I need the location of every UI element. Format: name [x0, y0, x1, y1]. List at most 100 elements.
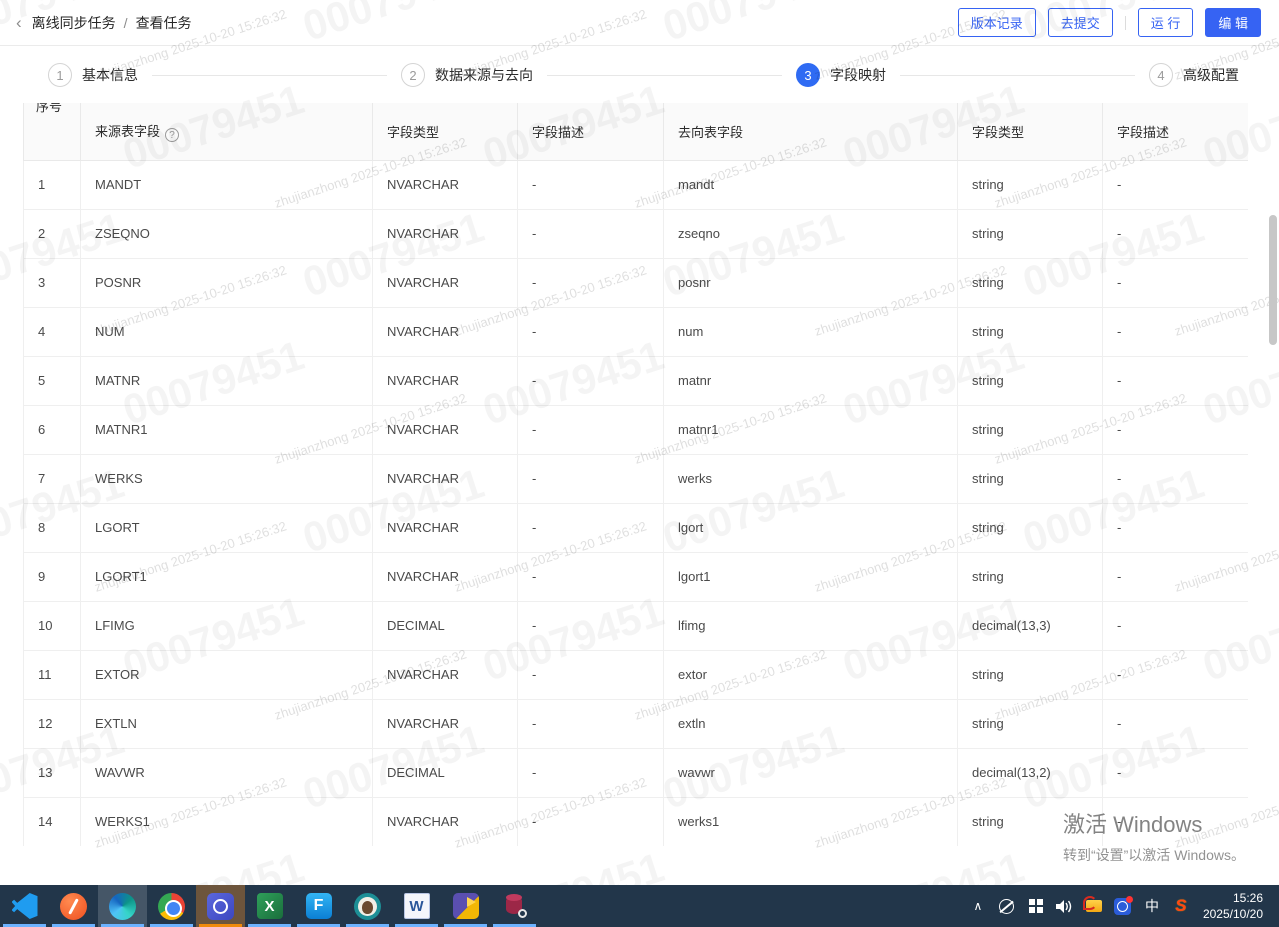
orange-round-app-icon[interactable]: [49, 885, 98, 927]
taskbar: X F W ∧ 中 S 15:26 2025/10/20: [0, 885, 1279, 927]
table-cell: string: [957, 306, 1103, 357]
breadcrumb: ‹ 离线同步任务 / 查看任务: [16, 13, 192, 33]
table-cell: 8: [23, 502, 81, 553]
step-3-label: 字段映射: [830, 67, 886, 83]
sogou-icon[interactable]: S: [1170, 892, 1192, 920]
sync-client-icon[interactable]: [196, 885, 245, 927]
table-row: 6 MATNR1 NVARCHAR - matnr1 string -: [23, 404, 1248, 455]
header-source-type: 字段类型: [372, 103, 518, 161]
table-cell: -: [517, 698, 664, 749]
table-cell: werks: [663, 453, 958, 504]
table-row: 9 LGORT1 NVARCHAR - lgort1 string -: [23, 551, 1248, 602]
table-cell: -: [1102, 306, 1248, 357]
table-cell: NVARCHAR: [372, 698, 518, 749]
table-cell: -: [517, 796, 664, 846]
edit-button[interactable]: 编 辑: [1205, 8, 1261, 37]
table-row: 13 WAVWR DECIMAL - wavwr decimal(13,2) -: [23, 747, 1248, 798]
table-cell: -: [1102, 698, 1248, 749]
table-cell: 4: [23, 306, 81, 357]
ime-indicator[interactable]: 中: [1141, 892, 1163, 920]
submit-button[interactable]: 去提交: [1047, 8, 1113, 37]
table-row: 4 NUM NVARCHAR - num string -: [23, 306, 1248, 357]
table-cell: mandt: [663, 159, 958, 210]
edge-icon[interactable]: [98, 885, 147, 927]
step-field-mapping[interactable]: 3 字段映射: [796, 63, 886, 87]
table-cell: LFIMG: [80, 600, 373, 651]
table-cell: decimal(13,2): [957, 747, 1103, 798]
table-cell: -: [517, 159, 664, 210]
table-cell: -: [517, 355, 664, 406]
breadcrumb-current: 查看任务: [135, 14, 192, 31]
run-button[interactable]: 运 行: [1137, 8, 1194, 37]
table-cell: string: [957, 208, 1103, 259]
table-cell: string: [957, 404, 1103, 455]
table-cell: 14: [23, 796, 81, 846]
table-cell: MATNR: [80, 355, 373, 406]
vscode-icon[interactable]: [0, 885, 49, 927]
chevron-up-icon[interactable]: ∧: [967, 892, 989, 920]
network-globe-icon[interactable]: [996, 892, 1018, 920]
table-cell: NVARCHAR: [372, 404, 518, 455]
breadcrumb-parent[interactable]: 离线同步任务: [32, 13, 116, 33]
step-connector: [152, 74, 387, 76]
table-cell: 11: [23, 649, 81, 700]
notification-app-icon[interactable]: [1112, 892, 1134, 920]
word-icon[interactable]: W: [392, 885, 441, 927]
taskbar-clock[interactable]: 15:26 2025/10/20: [1199, 890, 1269, 922]
mail-icon[interactable]: [1082, 892, 1105, 920]
table-cell: 12: [23, 698, 81, 749]
table-cell: wavwr: [663, 747, 958, 798]
table-cell: string: [957, 698, 1103, 749]
table-cell: string: [957, 551, 1103, 602]
step-1-circle: 1: [48, 63, 72, 87]
back-chevron-icon[interactable]: ‹: [16, 14, 22, 31]
table-cell: num: [663, 306, 958, 357]
step-4-label: 高级配置: [1183, 67, 1239, 83]
table-row: 1 MANDT NVARCHAR - mandt string -: [23, 159, 1248, 210]
table-cell: 5: [23, 355, 81, 406]
table-row: 3 POSNR NVARCHAR - posnr string -: [23, 257, 1248, 308]
table-cell: 6: [23, 404, 81, 455]
table-cell: WERKS1: [80, 796, 373, 846]
table-cell: -: [517, 649, 664, 700]
table-cell: lgort1: [663, 551, 958, 602]
table-cell: string: [957, 159, 1103, 210]
table-cell: 1: [23, 159, 81, 210]
excel-icon[interactable]: X: [245, 885, 294, 927]
table-cell: 10: [23, 600, 81, 651]
step-3-circle: 3: [796, 63, 820, 87]
table-cell: string: [957, 355, 1103, 406]
table-cell: extor: [663, 649, 958, 700]
table-cell: WAVWR: [80, 747, 373, 798]
table-cell: NVARCHAR: [372, 208, 518, 259]
table-cell: MANDT: [80, 159, 373, 210]
table-cell: NVARCHAR: [372, 355, 518, 406]
grid-icon[interactable]: [1025, 892, 1047, 920]
chrome-icon[interactable]: [147, 885, 196, 927]
step-source-dest[interactable]: 2 数据来源与去向: [401, 63, 533, 87]
table-cell: string: [957, 796, 1103, 846]
table-cell: -: [517, 404, 664, 455]
help-icon[interactable]: ?: [165, 128, 180, 142]
purple-yellow-app-icon[interactable]: [441, 885, 490, 927]
scrollbar-thumb[interactable]: [1269, 215, 1277, 345]
table-row: 8 LGORT NVARCHAR - lgort string -: [23, 502, 1248, 553]
version-history-button[interactable]: 版本记录: [957, 8, 1036, 37]
step-2-label: 数据来源与去向: [435, 67, 533, 83]
table-row: 14 WERKS1 NVARCHAR - werks1 string -: [23, 796, 1248, 846]
table-header-row: 序号 来源表字段? 字段类型 字段描述 去向表字段 字段类型 字段描述: [23, 103, 1248, 161]
dbeaver-icon[interactable]: [343, 885, 392, 927]
step-basic-info[interactable]: 1 基本信息: [48, 63, 138, 87]
table-cell: -: [1102, 159, 1248, 210]
step-advanced-config[interactable]: 4 高级配置: [1149, 63, 1239, 87]
speaker-icon[interactable]: [1054, 892, 1076, 920]
blue-f-app-icon[interactable]: F: [294, 885, 343, 927]
table-cell: posnr: [663, 257, 958, 308]
table-cell: -: [517, 306, 664, 357]
table-cell: -: [517, 453, 664, 504]
table-cell: -: [1102, 796, 1248, 846]
table-row: 5 MATNR NVARCHAR - matnr string -: [23, 355, 1248, 406]
database-tool-icon[interactable]: [490, 885, 539, 927]
table-cell: 7: [23, 453, 81, 504]
toolbar-divider: [1124, 15, 1126, 30]
